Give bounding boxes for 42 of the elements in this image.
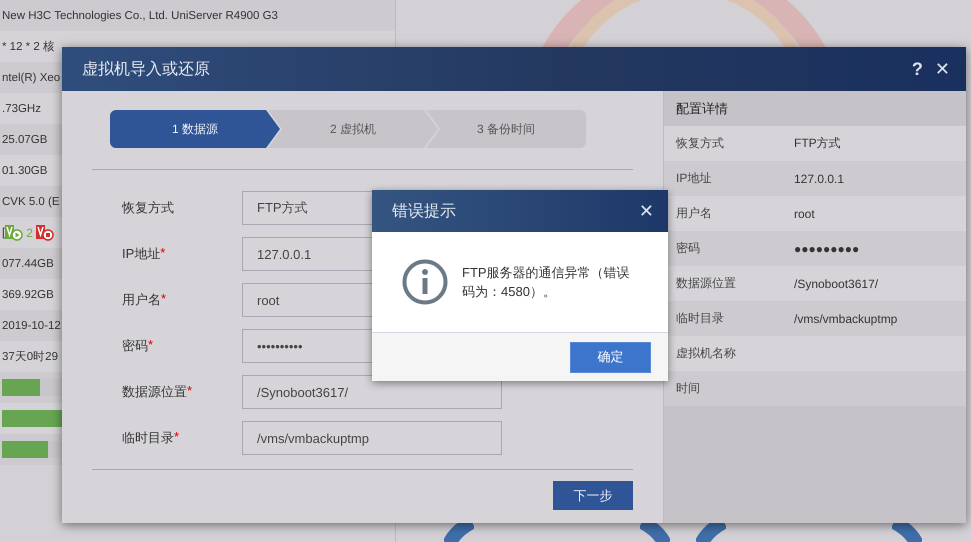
- detail-label: 虚拟机名称: [676, 345, 737, 362]
- field-label: 数据源位置: [122, 383, 187, 401]
- required-mark: *: [187, 383, 192, 400]
- detail-label: 用户名: [676, 205, 713, 222]
- field-label: 密码: [122, 337, 148, 355]
- bracket-text: [: [2, 226, 6, 238]
- detail-label: 密码: [676, 240, 701, 257]
- info-text: CVK 5.0 (E: [2, 196, 60, 208]
- detail-value: FTP方式: [794, 135, 841, 152]
- field-label: IP地址: [122, 245, 160, 263]
- error-title: 错误提示: [392, 202, 457, 222]
- field-label: 用户名: [122, 291, 161, 309]
- detail-value: /vms/vmbackuptmp: [794, 312, 898, 326]
- detail-value: /Synoboot3617/: [794, 276, 878, 290]
- info-text: ntel(R) Xeo: [2, 72, 60, 84]
- info-text: 369.92GB: [2, 288, 54, 300]
- info-text: New H3C Technologies Co., Ltd. UniServer R4900 G3: [2, 10, 278, 22]
- required-mark: *: [161, 291, 166, 308]
- detail-label: 时间: [676, 380, 701, 397]
- detail-value: 127.0.0.1: [794, 172, 844, 186]
- field-label: 临时目录: [122, 429, 174, 447]
- required-mark: *: [148, 337, 154, 354]
- detail-label: IP地址: [676, 170, 712, 187]
- info-text: 077.44GB: [2, 258, 54, 270]
- vm-count: 2: [26, 226, 33, 240]
- detail-label: 数据源位置: [676, 275, 737, 292]
- field-label: 恢复方式: [122, 199, 174, 217]
- info-text: 2019-10-12: [2, 320, 61, 332]
- info-text: .73GHz: [2, 102, 41, 114]
- required-mark: *: [174, 429, 180, 446]
- info-text: 01.30GB: [2, 164, 48, 176]
- info-text: 25.07GB: [2, 134, 48, 146]
- detail-label: 恢复方式: [676, 135, 725, 152]
- required-mark: *: [160, 245, 166, 262]
- detail-value: ●●●●●●●●●: [794, 242, 860, 256]
- info-text: 37天0时29: [2, 350, 58, 364]
- details-title: 配置详情: [675, 100, 729, 118]
- dialog-title: 虚拟机导入或还原: [82, 60, 211, 80]
- detail-value: root: [794, 206, 815, 220]
- detail-label: 临时目录: [676, 310, 725, 327]
- info-text: * 12 * 2 核: [2, 40, 55, 54]
- error-message: FTP服务器的通信异常（错误码为：4580）。: [462, 264, 631, 301]
